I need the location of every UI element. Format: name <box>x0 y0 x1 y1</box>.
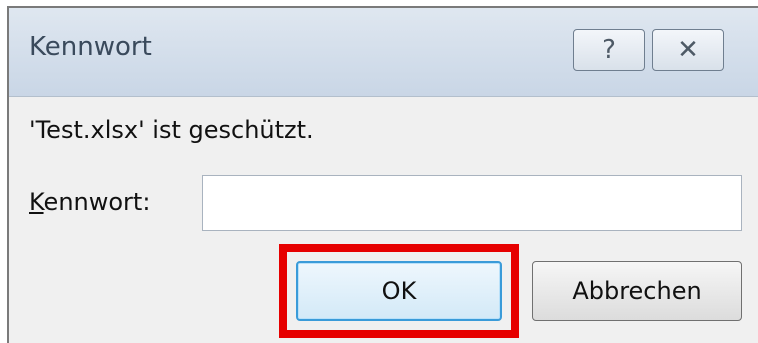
password-label-mnemonic: K <box>29 188 44 216</box>
password-label: Kennwort: <box>29 188 150 216</box>
protected-file-message: 'Test.xlsx' ist geschützt. <box>29 116 314 144</box>
close-button[interactable]: ✕ <box>652 29 724 71</box>
help-button[interactable]: ? <box>573 29 645 71</box>
ok-button[interactable]: OK <box>296 261 502 321</box>
window-title: Kennwort <box>29 32 152 62</box>
close-icon: ✕ <box>677 35 699 65</box>
cancel-button[interactable]: Abbrechen <box>532 261 742 321</box>
question-mark-icon: ? <box>602 35 616 65</box>
password-label-text: ennwort: <box>43 188 151 216</box>
cancel-button-label: Abbrechen <box>572 277 702 305</box>
title-bar[interactable]: Kennwort ? ✕ <box>9 8 758 97</box>
ok-button-label: OK <box>381 277 417 305</box>
screen: Kennwort ? ✕ 'Test.xlsx' ist geschützt. … <box>0 0 758 343</box>
password-dialog: Kennwort ? ✕ 'Test.xlsx' ist geschützt. … <box>7 6 758 343</box>
password-input[interactable] <box>202 175 742 231</box>
